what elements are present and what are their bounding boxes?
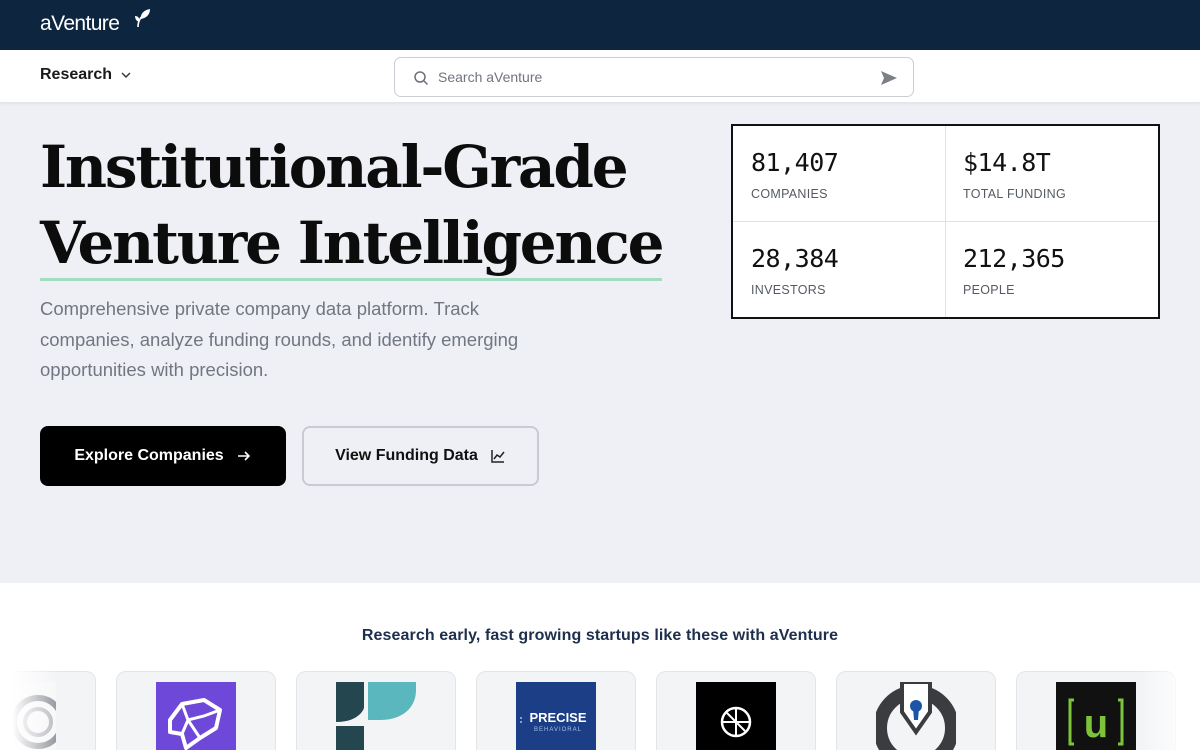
logo-text: aVenture bbox=[40, 12, 120, 35]
svg-text:u: u bbox=[1084, 702, 1108, 746]
search-bar[interactable] bbox=[394, 57, 914, 97]
purple-brain-logo-icon bbox=[156, 682, 236, 750]
precise-behavioral-logo-icon: PRECISE BEHAVIORAL bbox=[516, 682, 596, 750]
carousel-fade-left bbox=[0, 663, 60, 750]
hero-description: Comprehensive private company data platf… bbox=[40, 298, 519, 380]
showcase-tagline: Research early, fast growing startups li… bbox=[361, 627, 839, 644]
teal-f-logo-icon bbox=[336, 682, 416, 750]
hero-section: Institutional-Grade Venture Intelligence… bbox=[0, 103, 1200, 583]
view-funding-data-button[interactable]: View Funding Data bbox=[302, 426, 539, 486]
stat-label: PEOPLE bbox=[963, 283, 1015, 297]
headline-line-2: Venture Intelligence bbox=[40, 210, 664, 281]
top-bar: aVenture bbox=[0, 0, 1200, 50]
startup-logo-tile[interactable] bbox=[656, 671, 816, 750]
stat-label: TOTAL FUNDING bbox=[963, 187, 1066, 201]
stat-companies: 81,407 COMPANIES bbox=[733, 126, 945, 222]
startup-logo-tile[interactable] bbox=[116, 671, 276, 750]
stat-value: $14.8T bbox=[963, 148, 1051, 177]
stat-label: INVESTORS bbox=[751, 283, 826, 297]
aventure-logo[interactable]: aVenture bbox=[40, 9, 150, 37]
search-input[interactable] bbox=[438, 66, 858, 88]
startup-logo-tile[interactable] bbox=[296, 671, 456, 750]
stat-value: 28,384 bbox=[751, 244, 839, 273]
stat-label: COMPANIES bbox=[751, 187, 828, 201]
stat-total-funding: $14.8T TOTAL FUNDING bbox=[945, 126, 1157, 222]
hero-headline: Institutional-Grade Venture Intelligence bbox=[40, 129, 664, 281]
send-icon[interactable] bbox=[879, 68, 899, 88]
svg-text:BEHAVIORAL: BEHAVIORAL bbox=[534, 727, 582, 733]
startup-showcase: Research early, fast growing startups li… bbox=[0, 583, 1200, 750]
green-u-logo-icon: u bbox=[1056, 682, 1136, 750]
line-chart-icon bbox=[491, 450, 505, 463]
startup-logo-tile[interactable]: PRECISE BEHAVIORAL bbox=[476, 671, 636, 750]
startup-logo-tile[interactable] bbox=[836, 671, 996, 750]
stats-card: 81,407 COMPANIES $14.8T TOTAL FUNDING 28… bbox=[731, 124, 1160, 319]
chevron-down-icon bbox=[121, 72, 131, 78]
stat-investors: 28,384 INVESTORS bbox=[733, 222, 945, 318]
svg-text:PRECISE: PRECISE bbox=[529, 710, 586, 725]
headline-line-1: Institutional-Grade bbox=[40, 133, 629, 201]
arrow-right-icon bbox=[237, 451, 250, 461]
search-icon bbox=[414, 71, 429, 86]
stat-value: 212,365 bbox=[963, 244, 1065, 273]
black-circle-symbol-logo-icon bbox=[696, 682, 776, 750]
secondary-nav: Research bbox=[0, 50, 1200, 103]
keyhole-shield-logo-icon bbox=[876, 682, 956, 750]
explore-companies-button[interactable]: Explore Companies bbox=[40, 426, 286, 486]
leaf-icon bbox=[135, 9, 150, 28]
carousel-fade-right bbox=[1140, 663, 1200, 750]
stat-value: 81,407 bbox=[751, 148, 839, 177]
research-menu[interactable]: Research bbox=[40, 66, 132, 84]
explore-companies-label: Explore Companies bbox=[74, 447, 224, 464]
view-funding-data-label: View Funding Data bbox=[335, 447, 478, 464]
research-label: Research bbox=[40, 66, 113, 83]
stat-people: 212,365 PEOPLE bbox=[945, 222, 1157, 318]
